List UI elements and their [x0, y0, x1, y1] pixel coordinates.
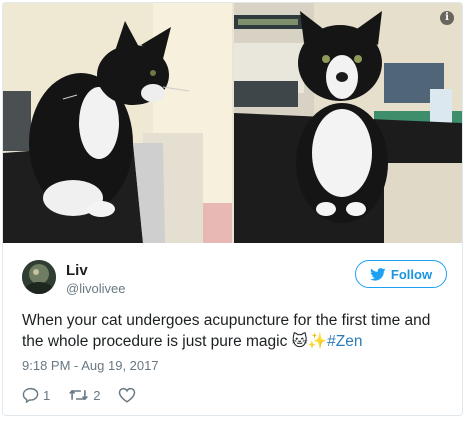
author-name[interactable]: Liv: [66, 262, 88, 279]
cat-side-profile-photo[interactable]: [3, 3, 232, 243]
info-icon[interactable]: i: [440, 11, 454, 25]
reply-button[interactable]: 1: [22, 387, 50, 403]
tweet-media[interactable]: i: [3, 3, 462, 243]
hashtag-link[interactable]: #Zen: [327, 333, 362, 350]
reply-icon: [22, 387, 39, 403]
retweet-count: 2: [93, 387, 101, 403]
like-heart-icon: [118, 387, 136, 403]
tweet-emoji: 🐱✨: [291, 332, 328, 350]
tweet-body: When your cat undergoes acupuncture for …: [22, 312, 431, 350]
retweet-icon: [68, 387, 89, 403]
tweet-header: Liv @livolivee Follow: [22, 258, 447, 298]
follow-button[interactable]: Follow: [355, 260, 447, 288]
reply-count: 1: [43, 387, 51, 403]
cat-front-facing-photo[interactable]: [234, 3, 462, 243]
author-handle[interactable]: @livolivee: [66, 281, 125, 296]
tweet-text: When your cat undergoes acupuncture for …: [22, 310, 447, 352]
tweet-timestamp[interactable]: 9:18 PM - Aug 19, 2017: [22, 358, 159, 373]
like-button[interactable]: [118, 387, 136, 403]
tweet-actions: 1 2: [22, 385, 154, 405]
twitter-bird-icon: [370, 267, 386, 281]
avatar[interactable]: [22, 260, 56, 294]
retweet-button[interactable]: 2: [68, 387, 100, 403]
embedded-tweet-card: i Liv @livolivee Follow When your cat un…: [2, 2, 463, 416]
follow-label: Follow: [390, 266, 433, 282]
